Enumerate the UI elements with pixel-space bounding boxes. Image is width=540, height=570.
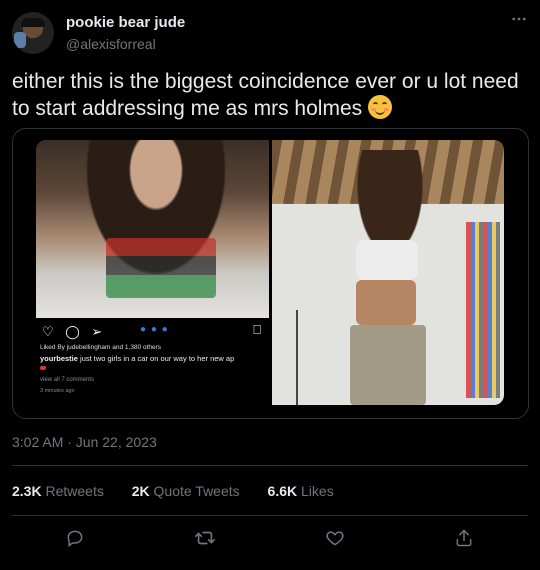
likes-label: Likes bbox=[301, 483, 334, 499]
author-handle[interactable]: @alexisforreal bbox=[66, 36, 156, 52]
reply-icon[interactable] bbox=[61, 524, 89, 552]
fabric-shelf bbox=[466, 222, 500, 398]
avatar[interactable] bbox=[12, 12, 54, 54]
retweet-icon[interactable] bbox=[191, 524, 219, 552]
instagram-post-footer: ♡ ◯ ➢ ● ● ● ⎕ Liked By judebellingham an… bbox=[36, 318, 269, 405]
tweet-actions bbox=[0, 520, 540, 560]
divider-bottom bbox=[12, 515, 528, 516]
instagram-liked-by: Liked By judebellingham and 1,380 others bbox=[40, 344, 162, 351]
divider-top bbox=[12, 465, 528, 466]
instagram-action-icons: ♡ ◯ ➢ bbox=[42, 324, 107, 339]
car-emoji-icon bbox=[40, 366, 46, 370]
likes-count: 6.6K bbox=[267, 483, 298, 499]
bookmark-icon: ⎕ bbox=[253, 322, 261, 337]
car-selfie-photo bbox=[36, 140, 269, 318]
instagram-caption: yourbestie just two girls in a car on ou… bbox=[40, 354, 268, 363]
like-icon[interactable] bbox=[321, 524, 349, 552]
quotes-label: Quote Tweets bbox=[153, 483, 240, 499]
studio-photo[interactable] bbox=[272, 140, 504, 405]
instagram-time: 3 minutes ago bbox=[40, 388, 75, 394]
retweets-stat[interactable]: 2.3K Retweets bbox=[12, 483, 104, 499]
instagram-caption-user: yourbestie bbox=[40, 354, 78, 363]
share-icon[interactable] bbox=[450, 524, 478, 552]
person-figure bbox=[330, 150, 440, 405]
instagram-screenshot-image[interactable]: ♡ ◯ ➢ ● ● ● ⎕ Liked By judebellingham an… bbox=[36, 140, 269, 405]
quote-tweets-stat[interactable]: 2K Quote Tweets bbox=[132, 483, 240, 499]
likes-stat[interactable]: 6.6K Likes bbox=[268, 483, 334, 499]
carousel-dots-icon: ● ● ● bbox=[140, 324, 169, 335]
tweet-header: pookie bear jude @alexisforreal bbox=[12, 10, 528, 56]
tweet-timestamp[interactable]: 3:02 AM · Jun 22, 2023 bbox=[12, 434, 157, 450]
author-display-name[interactable]: pookie bear jude bbox=[66, 14, 185, 31]
tweet-text: either this is the biggest coincidence e… bbox=[12, 68, 528, 122]
quotes-count: 2K bbox=[131, 483, 150, 499]
tweet-body: either this is the biggest coincidence e… bbox=[12, 70, 519, 120]
retweets-label: Retweets bbox=[45, 483, 104, 499]
tweet-stats: 2.3K Retweets 2K Quote Tweets 6.6K Likes bbox=[12, 483, 358, 499]
more-icon[interactable] bbox=[510, 10, 528, 33]
instagram-caption-text: just two girls in a car on our way to he… bbox=[77, 354, 235, 363]
retweets-count: 2.3K bbox=[12, 483, 42, 499]
instagram-comments-link: view all 7 comments bbox=[40, 377, 95, 383]
clothes-rack bbox=[296, 310, 298, 405]
smiling-face-emoji-icon bbox=[367, 95, 392, 119]
media-attachment[interactable]: ♡ ◯ ➢ ● ● ● ⎕ Liked By judebellingham an… bbox=[12, 128, 529, 419]
